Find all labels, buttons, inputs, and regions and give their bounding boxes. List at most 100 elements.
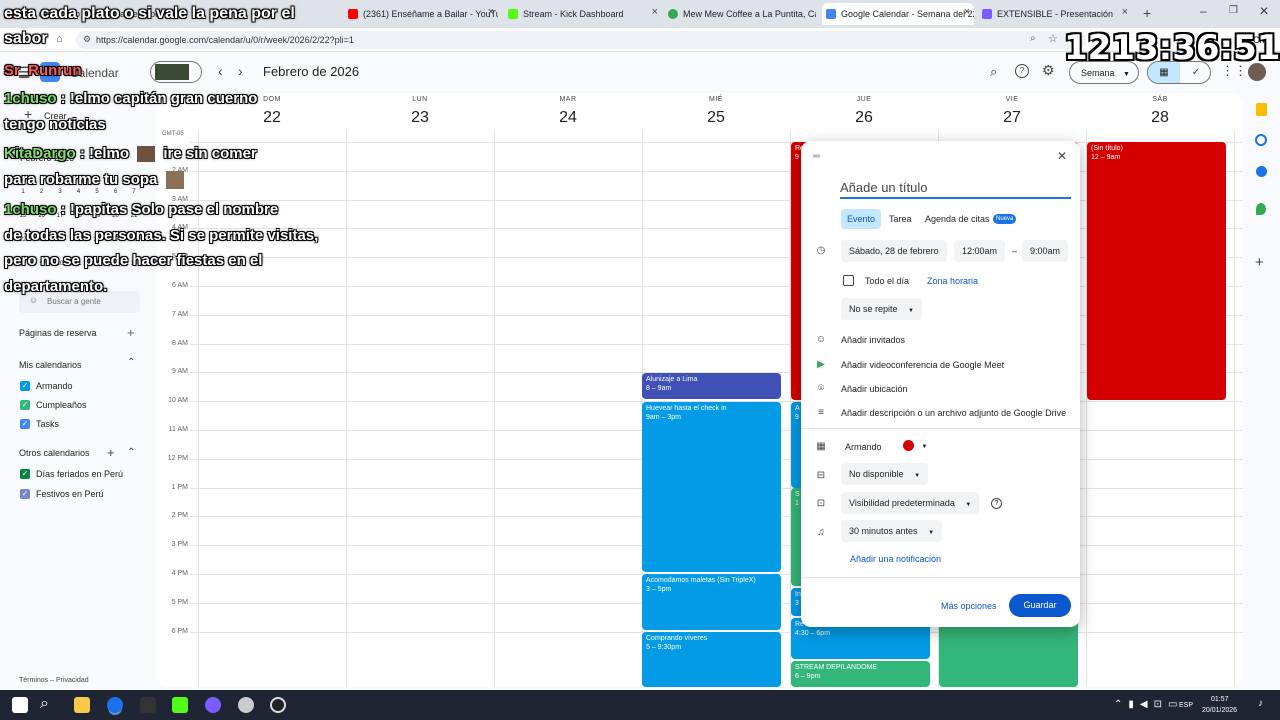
close-icon[interactable]: ×: [964, 6, 970, 18]
calendar-checkbox[interactable]: ✓: [20, 489, 30, 499]
system-tray-icons[interactable]: ⌃▮◀⊡▭: [1114, 699, 1183, 710]
tab-task[interactable]: Tarea: [889, 214, 912, 224]
close-window-icon[interactable]: ✕: [1259, 4, 1269, 18]
new-tab-icon[interactable]: +: [1143, 5, 1151, 21]
end-time-picker[interactable]: 9:00am: [1022, 240, 1069, 262]
drag-handle-icon[interactable]: ═: [813, 151, 820, 162]
availability-dropdown[interactable]: No disponible ▼: [841, 463, 929, 485]
add-guests-field[interactable]: Añadir invitados: [841, 335, 905, 345]
notification-dropdown[interactable]: 30 minutos antes ▼: [841, 520, 943, 542]
bookmark-star-icon[interactable]: ☆: [1048, 32, 1058, 45]
all-day-checkbox[interactable]: [843, 275, 854, 286]
chevron-up-icon[interactable]: ⌃: [127, 357, 135, 368]
my-calendars-label[interactable]: Mis calendarios: [19, 360, 82, 370]
calendar-checkbox[interactable]: ✓: [20, 400, 30, 410]
search-icon[interactable]: ⌕: [40, 695, 49, 713]
mini-calendar-day[interactable]: 5: [88, 189, 106, 195]
add-location-field[interactable]: Añadir ubicación: [841, 384, 908, 394]
booking-pages-label[interactable]: Páginas de reserva: [19, 328, 97, 338]
event-block-selected[interactable]: (Sin título) 12 – 9am: [1087, 142, 1226, 400]
day-header[interactable]: SÁB 28: [1086, 96, 1234, 127]
clock-date[interactable]: 20/01/2026: [1202, 707, 1237, 714]
tasks-icon[interactable]: [1255, 134, 1267, 146]
event-block[interactable]: Alunizaje a Lima 8 – 9am: [642, 373, 781, 399]
zoom-icon[interactable]: ⌕: [1030, 33, 1036, 44]
day-header[interactable]: MIÉ 25: [642, 96, 790, 127]
visibility-dropdown[interactable]: Visibilidad predeterminada ▼: [841, 492, 980, 514]
mini-calendar-day[interactable]: 1: [14, 189, 32, 195]
event-block[interactable]: [939, 618, 1078, 687]
day-number[interactable]: 22: [198, 109, 346, 127]
add-addon-icon[interactable]: +: [1255, 254, 1264, 271]
home-icon[interactable]: ⌂: [56, 33, 63, 45]
event-block[interactable]: Comprando víveres 5 – 9:30pm: [642, 632, 781, 687]
other-calendars-label[interactable]: Otros calendarios: [19, 448, 90, 458]
close-icon[interactable]: ×: [1122, 6, 1128, 18]
prev-week-icon[interactable]: ‹: [218, 63, 223, 79]
app-icon[interactable]: [140, 697, 156, 713]
settings-gear-icon[interactable]: ⚙: [1042, 62, 1055, 79]
browser-tab[interactable]: Mew Mew Coffee a La Puntita, Ca: [668, 3, 816, 25]
calendar-checkbox[interactable]: ✓: [20, 469, 30, 479]
chevron-up-icon[interactable]: ⌃: [127, 447, 135, 458]
kick-icon[interactable]: [172, 697, 188, 713]
date-picker[interactable]: Sábado, 28 de febrero: [841, 240, 947, 262]
mini-calendar-day[interactable]: 4: [70, 189, 88, 195]
more-options-button[interactable]: Más opciones: [941, 601, 997, 611]
clock-time[interactable]: 01:57: [1211, 696, 1229, 703]
mini-calendar-day[interactable]: 2: [33, 189, 51, 195]
add-other-calendar-icon[interactable]: +: [107, 445, 115, 460]
browser-tab-active[interactable]: Google Calendar - Semana del 22 ×: [822, 3, 974, 25]
add-booking-icon[interactable]: +: [127, 325, 135, 340]
app-icon[interactable]: [238, 697, 254, 713]
maps-icon[interactable]: [1256, 203, 1266, 215]
maximize-icon[interactable]: ❐: [1229, 5, 1238, 16]
mini-calendar-day[interactable]: 7: [125, 189, 143, 195]
day-number[interactable]: 23: [346, 109, 494, 127]
app-icon[interactable]: [205, 697, 221, 713]
day-header[interactable]: LUN 23: [346, 96, 494, 127]
event-block[interactable]: STREAM DEPILANDOME 6 – 9pm: [791, 661, 930, 687]
day-header[interactable]: MAR 24: [494, 96, 642, 127]
browser-icon[interactable]: [107, 697, 123, 713]
windows-start-icon[interactable]: [12, 697, 28, 713]
day-number[interactable]: 24: [494, 109, 642, 127]
save-button[interactable]: Guardar: [1009, 594, 1071, 617]
timezone-link[interactable]: Zona horaria: [927, 276, 978, 286]
obs-icon[interactable]: [270, 697, 286, 713]
close-icon[interactable]: ×: [488, 6, 494, 18]
event-block[interactable]: Huevear hasta el check in 9am – 3pm: [642, 402, 781, 572]
contacts-icon[interactable]: [1256, 166, 1267, 177]
url-field[interactable]: ⚙ https://calendar.google.com/calendar/u…: [76, 31, 1086, 49]
event-block[interactable]: Acomodamos maletas (Sin TripleX) 3 – 5pm: [642, 574, 781, 630]
calendar-color-dropdown[interactable]: ▼: [897, 435, 934, 457]
close-icon[interactable]: ×: [652, 6, 658, 18]
browser-tab[interactable]: EXTENSIBLE - Presentación ×: [982, 3, 1132, 25]
day-number[interactable]: 25: [642, 109, 790, 127]
day-header[interactable]: VIE 27: [938, 96, 1086, 127]
repeat-dropdown[interactable]: No se repite ▼: [841, 298, 922, 320]
calendar-checkbox[interactable]: ✓: [20, 381, 30, 391]
tab-event[interactable]: Evento: [841, 209, 882, 229]
day-number[interactable]: 26: [790, 109, 938, 127]
add-notification-link[interactable]: Añadir una notificación: [850, 554, 941, 564]
today-button[interactable]: [150, 61, 202, 83]
calendar-checkbox[interactable]: ✓: [20, 419, 30, 429]
tab-schedule[interactable]: Agenda de citas: [925, 214, 990, 224]
search-icon[interactable]: ⌕: [990, 64, 997, 80]
start-time-picker[interactable]: 12:00am: [954, 240, 1006, 262]
help-icon[interactable]: ?: [1015, 64, 1029, 78]
notification-bell-icon[interactable]: ♪: [1258, 698, 1263, 709]
day-number[interactable]: 28: [1086, 109, 1234, 127]
day-header[interactable]: JUE 26: [790, 96, 938, 127]
browser-tab[interactable]: (2361) Enséñame a Bailar - YouTube ×: [348, 3, 498, 25]
title-input[interactable]: Añade un título: [840, 179, 1071, 199]
add-meet-button[interactable]: Añadir videoconferencia de Google Meet: [841, 360, 1004, 370]
add-description-field[interactable]: Añadir descripción o un archivo adjunto …: [841, 408, 1066, 418]
visibility-help-icon[interactable]: ?: [991, 498, 1002, 509]
site-info-icon[interactable]: ⚙: [83, 34, 91, 45]
day-number[interactable]: 27: [938, 109, 1086, 127]
keep-icon[interactable]: [1256, 103, 1267, 116]
browser-tab[interactable]: Stream - Kick Dashboard ×: [508, 3, 662, 25]
mini-calendar-day[interactable]: 3: [51, 189, 69, 195]
